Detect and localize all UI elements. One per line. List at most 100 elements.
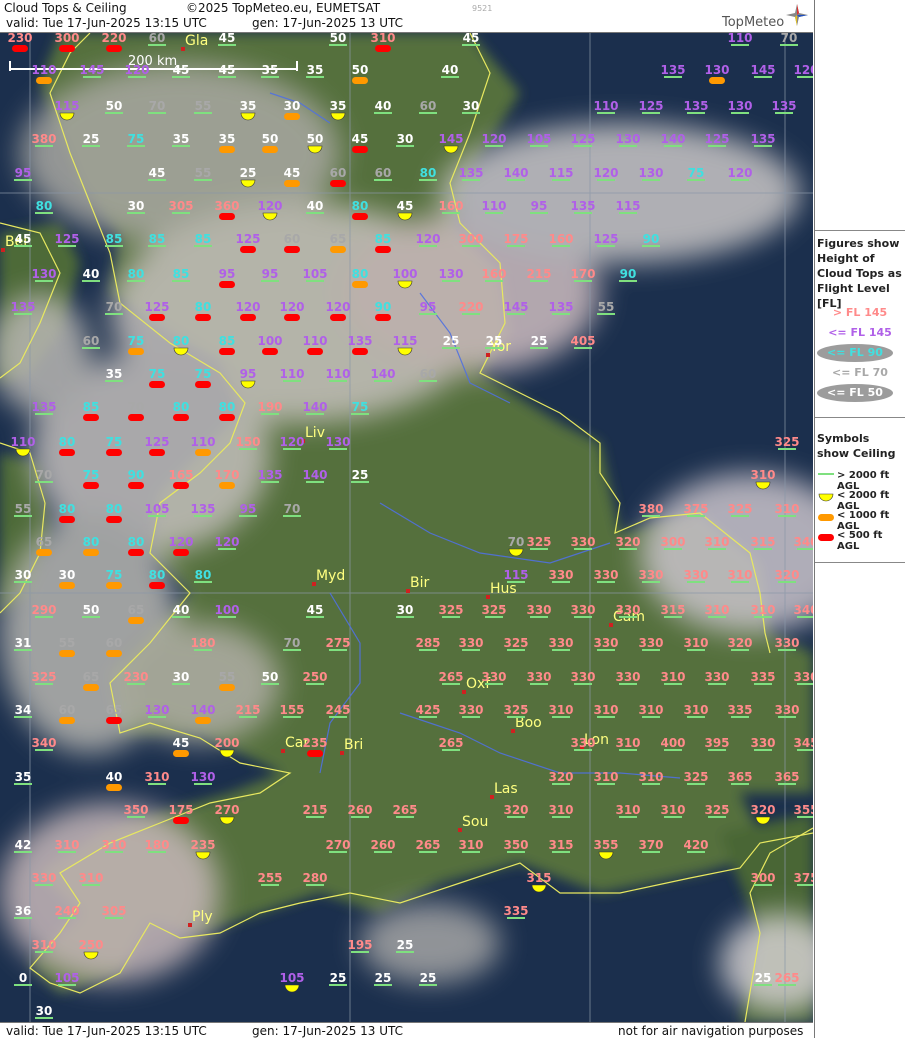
cloud-top-label: 310 — [638, 703, 663, 717]
station-marker: 45 — [172, 63, 190, 78]
ceiling-symbol-icon — [818, 514, 834, 521]
station-marker: 50 — [307, 132, 323, 154]
station-marker: 85 — [148, 232, 166, 247]
ceiling-bar-icon — [262, 146, 278, 153]
cloud-top-label: 75 — [195, 367, 212, 381]
station-marker: 335 — [727, 703, 753, 718]
station-marker: 30 — [127, 199, 145, 214]
station-marker: 80 — [173, 400, 189, 421]
ceiling-bar-icon — [284, 113, 300, 120]
cloud-top-label: 30 — [463, 99, 480, 113]
satellite-map[interactable]: 200 km GlaBelYorLivMydBirHusCamOxfBooLon… — [0, 33, 813, 1022]
cloud-top-label: 50 — [352, 63, 369, 77]
ceiling-bar-icon — [149, 314, 165, 321]
station-marker: 45 — [173, 736, 189, 757]
station-marker: 310 — [144, 770, 170, 785]
cloud-top-label: 135 — [347, 334, 372, 348]
station-marker: 70 — [780, 33, 798, 46]
station-marker: 400 — [660, 736, 686, 751]
cloud-top-label: 35 — [15, 770, 32, 784]
station-marker: 325 — [503, 636, 529, 651]
cloud-top-label: 80 — [36, 199, 53, 213]
station-marker: 310 — [54, 838, 80, 853]
station-marker: 95 — [261, 267, 279, 282]
station-marker: 25 — [419, 971, 437, 986]
station-marker: 310 — [593, 770, 619, 785]
ceiling-bar-icon — [307, 750, 323, 757]
cloud-top-label: 310 — [78, 871, 103, 885]
ceiling-bar-icon — [83, 482, 99, 489]
ceiling-bar-icon — [307, 348, 323, 355]
cloud-top-label: 75 — [106, 568, 123, 582]
ceiling-bar-icon — [149, 582, 165, 589]
legend-ceiling-item: < 2000 ft AGL — [815, 488, 905, 512]
cloud-top-label: 330 — [615, 603, 640, 617]
cloud-top-label: 42 — [15, 838, 32, 852]
station-marker: 375 — [793, 871, 813, 886]
station-marker: 350 — [503, 838, 529, 853]
station-marker: 260 — [370, 838, 396, 853]
ceiling-bar-icon — [128, 549, 144, 556]
station-marker: 60 — [59, 703, 75, 724]
city-label: Myd — [316, 568, 345, 584]
station-marker: 130 — [31, 267, 57, 282]
cloud-top-label: 0 — [19, 971, 27, 985]
station-marker: 310 — [660, 803, 686, 818]
station-marker: 60 — [374, 166, 392, 181]
station-marker: 120 — [415, 232, 441, 247]
station-marker: 320 — [615, 535, 641, 550]
cloud-top-label: 60 — [284, 232, 301, 246]
station-marker: 330 — [570, 670, 596, 685]
cloud-top-label: 120 — [727, 166, 752, 180]
cloud-top-label: 95 — [240, 502, 257, 516]
cloud-top-label: 145 — [503, 300, 528, 314]
station-marker: 330 — [793, 670, 813, 685]
station-marker: 240 — [54, 904, 80, 919]
station-marker: 75 — [351, 400, 369, 415]
ceiling-bar-icon — [330, 180, 346, 187]
cloud-top-label: 130 — [325, 435, 350, 449]
cloud-top-label: 50 — [262, 132, 279, 146]
station-marker: 330 — [683, 568, 709, 583]
station-marker: 120 — [279, 435, 305, 450]
cloud-top-label: 335 — [503, 904, 528, 918]
station-marker: 25 — [240, 166, 256, 188]
cloud-top-label: 75 — [149, 367, 166, 381]
station-marker: 320 — [548, 770, 574, 785]
station-marker: 25 — [329, 971, 347, 986]
cloud-top-label: 130 — [438, 267, 463, 281]
station-marker: 95 — [419, 300, 437, 315]
station-marker: 35 — [330, 99, 346, 121]
city-label: Bri — [344, 737, 363, 753]
cloud-top-label: 100 — [214, 603, 239, 617]
station-marker: 275 — [325, 636, 351, 651]
legend-tops-item: <= FL 145 — [828, 326, 892, 339]
ceiling-bar-icon — [195, 314, 211, 321]
ceiling-bar-icon — [352, 213, 368, 220]
station-marker: 315 — [548, 838, 574, 853]
cloud-top-label: 125 — [704, 132, 729, 146]
cloud-top-label: 135 — [31, 400, 56, 414]
station-marker: 135 — [570, 199, 596, 214]
cloud-top-label: 130 — [704, 63, 729, 77]
station-marker: 80 — [352, 267, 368, 288]
station-marker: 330 — [593, 568, 619, 583]
ceiling-symbol-icon — [818, 473, 834, 475]
station-marker: 215 — [302, 803, 328, 818]
cloud-top-label: 330 — [638, 636, 663, 650]
station-marker: 310 — [774, 502, 800, 517]
station-marker: 325 — [727, 502, 753, 517]
cloud-top-label: 75 — [128, 334, 145, 348]
station-marker: 325 — [774, 435, 800, 450]
station-marker: 310 — [101, 838, 127, 853]
cloud-top-label: 110 — [190, 435, 215, 449]
cloud-top-label: 120 — [279, 300, 304, 314]
ceiling-bar-icon — [173, 549, 189, 556]
cloud-top-label: 120 — [168, 535, 193, 549]
ceiling-bar-icon — [106, 516, 122, 523]
station-marker: 75 — [128, 334, 145, 355]
legend-tops-item: <= FL 70 — [832, 366, 888, 379]
station-marker: 85 — [83, 400, 99, 421]
cloud-top-label: 65 — [106, 703, 123, 717]
cloud-top-label: 315 — [660, 603, 685, 617]
